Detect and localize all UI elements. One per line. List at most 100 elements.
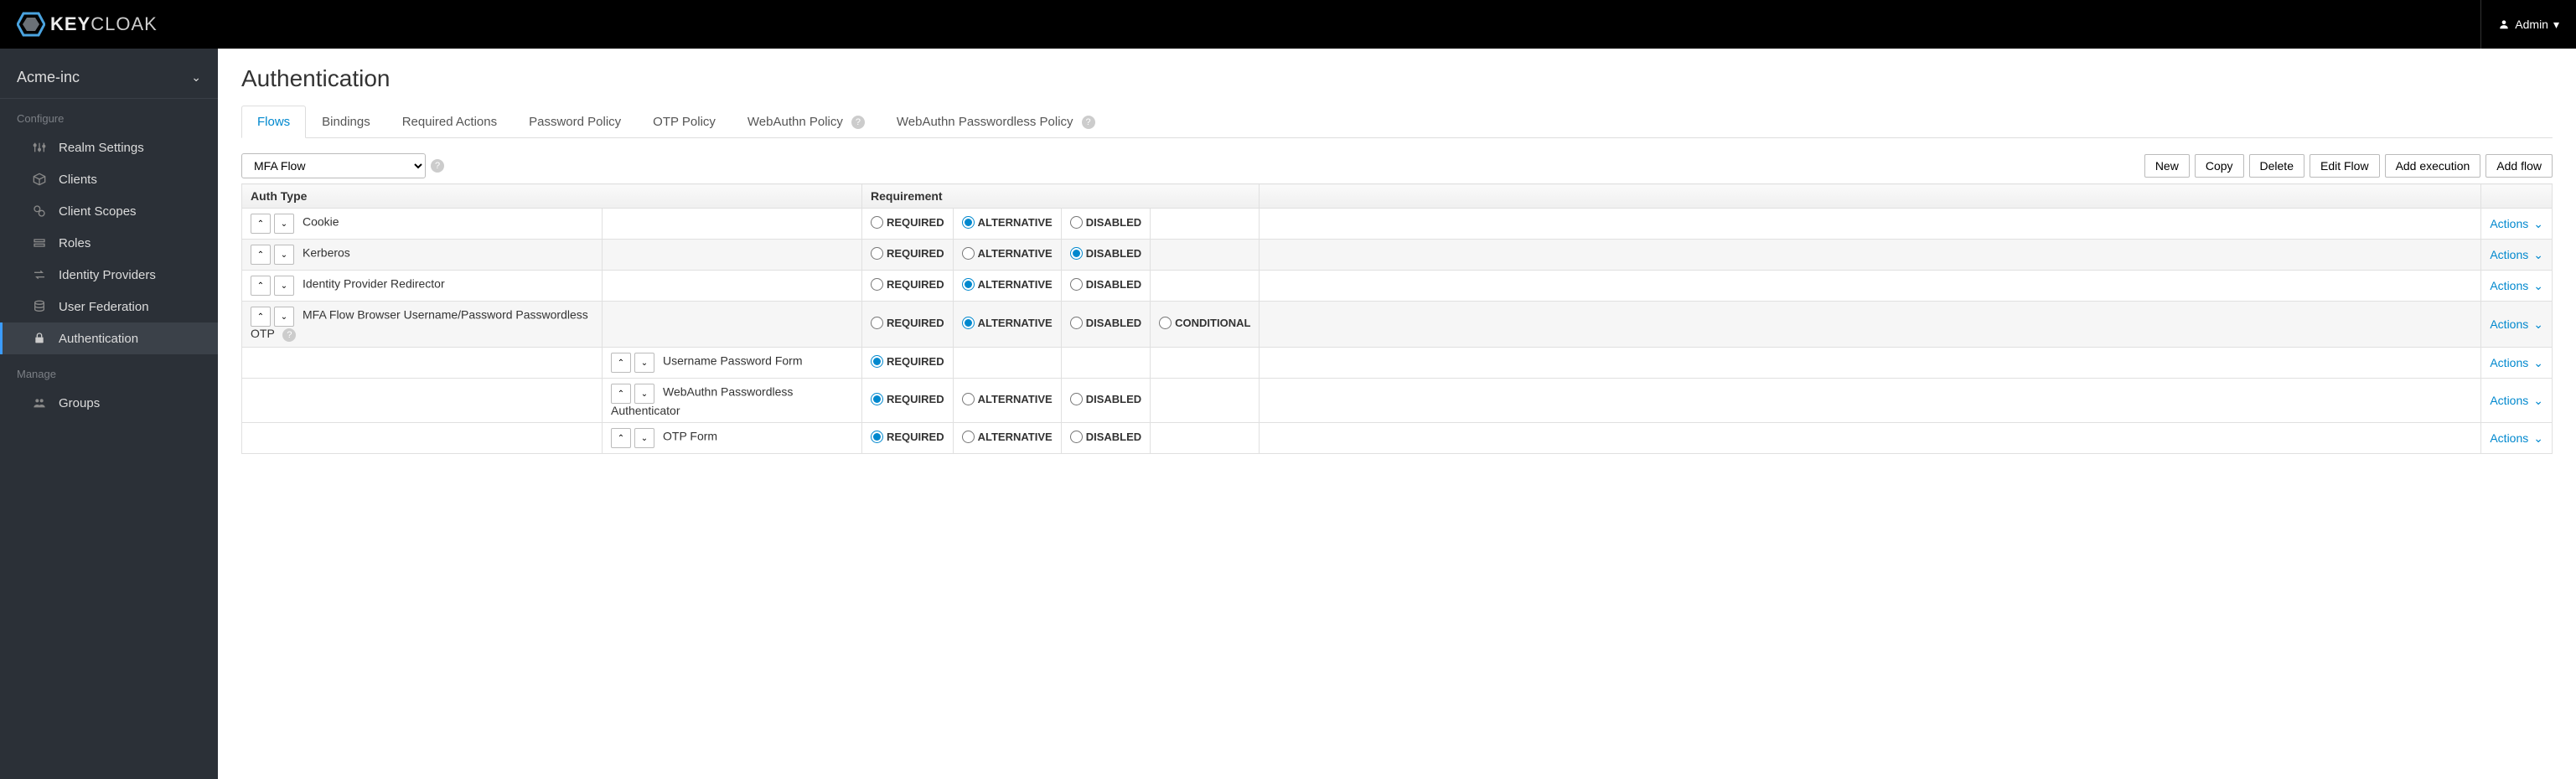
delete-button[interactable]: Delete	[2249, 154, 2304, 178]
chevron-down-icon: ▾	[2553, 18, 2559, 32]
tab-flows[interactable]: Flows	[241, 106, 306, 138]
topbar: KEYCLOAK Admin ▾	[0, 0, 2576, 49]
requirement-alternative[interactable]: ALTERNATIVE	[962, 431, 1053, 443]
sidebar-item-client-scopes[interactable]: Client Scopes	[0, 195, 218, 227]
row-actions-menu[interactable]: Actions⌄	[2490, 356, 2543, 370]
move-up-button[interactable]: ⌃	[251, 276, 271, 296]
tab-webauthn-passwordless[interactable]: WebAuthn Passwordless Policy?	[881, 106, 1111, 137]
user-icon	[2498, 18, 2510, 30]
move-down-button[interactable]: ⌄	[274, 276, 294, 296]
sidebar-item-label: Client Scopes	[59, 204, 137, 219]
group-icon	[32, 395, 47, 410]
move-up-button[interactable]: ⌃	[251, 245, 271, 265]
chevron-down-icon: ⌄	[2533, 356, 2543, 370]
requirement-disabled[interactable]: DISABLED	[1070, 216, 1141, 229]
move-down-button[interactable]: ⌄	[634, 384, 654, 404]
requirement-required[interactable]: REQUIRED	[871, 317, 944, 329]
edit-flow-button[interactable]: Edit Flow	[2310, 154, 2380, 178]
sidebar-item-identity-providers[interactable]: Identity Providers	[0, 259, 218, 291]
move-down-button[interactable]: ⌄	[274, 245, 294, 265]
copy-button[interactable]: Copy	[2195, 154, 2244, 178]
chevron-down-icon: ⌄	[2533, 317, 2543, 332]
sidebar-item-label: User Federation	[59, 300, 149, 314]
row-actions-menu[interactable]: Actions⌄	[2490, 394, 2543, 408]
row-actions-menu[interactable]: Actions⌄	[2490, 431, 2543, 446]
new-button[interactable]: New	[2144, 154, 2190, 178]
realm-selector[interactable]: Acme-inc ⌄	[0, 57, 218, 99]
requirement-disabled[interactable]: DISABLED	[1070, 393, 1141, 405]
requirement-alternative[interactable]: ALTERNATIVE	[962, 278, 1053, 291]
move-down-button[interactable]: ⌄	[274, 214, 294, 234]
tab-bindings[interactable]: Bindings	[306, 106, 386, 137]
requirement-disabled[interactable]: DISABLED	[1070, 317, 1141, 329]
move-down-button[interactable]: ⌄	[274, 307, 294, 327]
sidebar-item-groups[interactable]: Groups	[0, 387, 218, 419]
move-up-button[interactable]: ⌃	[611, 384, 631, 404]
requirement-disabled[interactable]: DISABLED	[1070, 247, 1141, 260]
requirement-alternative[interactable]: ALTERNATIVE	[962, 247, 1053, 260]
move-up-button[interactable]: ⌃	[251, 307, 271, 327]
brand-logo[interactable]: KEYCLOAK	[17, 12, 158, 37]
chevron-down-icon: ⌄	[2533, 248, 2543, 262]
row-actions-menu[interactable]: Actions⌄	[2490, 248, 2543, 262]
sidebar-item-label: Authentication	[59, 332, 138, 346]
tab-required-actions[interactable]: Required Actions	[386, 106, 513, 137]
sidebar-item-user-federation[interactable]: User Federation	[0, 291, 218, 322]
cube-icon	[32, 172, 47, 187]
row-actions-menu[interactable]: Actions⌄	[2490, 279, 2543, 293]
move-down-button[interactable]: ⌄	[634, 353, 654, 373]
requirement-required[interactable]: REQUIRED	[871, 278, 944, 291]
tab-otp-policy[interactable]: OTP Policy	[637, 106, 732, 137]
row-actions-menu[interactable]: Actions⌄	[2490, 217, 2543, 231]
user-label: Admin	[2515, 18, 2548, 31]
requirement-required[interactable]: REQUIRED	[871, 247, 944, 260]
flow-select[interactable]: MFA Flow	[241, 153, 426, 178]
requirement-alternative[interactable]: ALTERNATIVE	[962, 216, 1053, 229]
sidebar-item-authentication[interactable]: Authentication	[0, 322, 218, 354]
requirement-required[interactable]: REQUIRED	[871, 431, 944, 443]
flow-toolbar: MFA Flow ? New Copy Delete Edit Flow Add…	[241, 153, 2553, 178]
requirement-required[interactable]: REQUIRED	[871, 216, 944, 229]
auth-type-name: Username Password Form	[663, 354, 803, 368]
chevron-down-icon: ⌄	[2533, 217, 2543, 231]
requirement-alternative[interactable]: ALTERNATIVE	[962, 393, 1053, 405]
tab-password-policy[interactable]: Password Policy	[513, 106, 637, 137]
sidebar-item-label: Roles	[59, 236, 91, 250]
move-up-button[interactable]: ⌃	[611, 428, 631, 448]
sidebar-item-realm-settings[interactable]: Realm Settings	[0, 132, 218, 163]
requirement-alternative[interactable]: ALTERNATIVE	[962, 317, 1053, 329]
page-title: Authentication	[241, 65, 2553, 92]
requirement-disabled[interactable]: DISABLED	[1070, 431, 1141, 443]
sidebar-item-clients[interactable]: Clients	[0, 163, 218, 195]
help-icon[interactable]: ?	[851, 116, 865, 129]
row-actions-menu[interactable]: Actions⌄	[2490, 317, 2543, 332]
brand-text: KEYCLOAK	[50, 13, 158, 35]
help-icon[interactable]: ?	[431, 159, 444, 173]
table-row: ⌃⌄MFA Flow Browser Username/Password Pas…	[242, 302, 2553, 348]
database-icon	[32, 299, 47, 314]
flow-buttons: New Copy Delete Edit Flow Add execution …	[2144, 154, 2553, 178]
auth-flow-table: Auth Type Requirement ⌃⌄CookieREQUIREDAL…	[241, 183, 2553, 454]
chevron-down-icon: ⌄	[2533, 431, 2543, 446]
add-flow-button[interactable]: Add flow	[2485, 154, 2553, 178]
move-down-button[interactable]: ⌄	[634, 428, 654, 448]
user-menu[interactable]: Admin ▾	[2480, 0, 2559, 49]
requirement-required[interactable]: REQUIRED	[871, 393, 944, 405]
lock-icon	[32, 331, 47, 346]
tab-webauthn-policy[interactable]: WebAuthn Policy?	[732, 106, 881, 137]
sidebar-item-label: Groups	[59, 396, 100, 410]
requirement-required[interactable]: REQUIRED	[871, 355, 944, 368]
requirement-conditional[interactable]: CONDITIONAL	[1159, 317, 1250, 329]
col-requirement: Requirement	[862, 184, 1260, 209]
chevron-down-icon: ⌄	[2533, 279, 2543, 293]
move-up-button[interactable]: ⌃	[251, 214, 271, 234]
help-icon[interactable]: ?	[282, 328, 296, 342]
add-execution-button[interactable]: Add execution	[2385, 154, 2481, 178]
main-content: Authentication Flows Bindings Required A…	[218, 49, 2576, 779]
requirement-disabled[interactable]: DISABLED	[1070, 278, 1141, 291]
help-icon[interactable]: ?	[1082, 116, 1095, 129]
auth-type-name: Kerberos	[303, 246, 350, 260]
move-up-button[interactable]: ⌃	[611, 353, 631, 373]
table-row: ⌃⌄Username Password FormREQUIREDActions⌄	[242, 348, 2553, 379]
sidebar-item-roles[interactable]: Roles	[0, 227, 218, 259]
